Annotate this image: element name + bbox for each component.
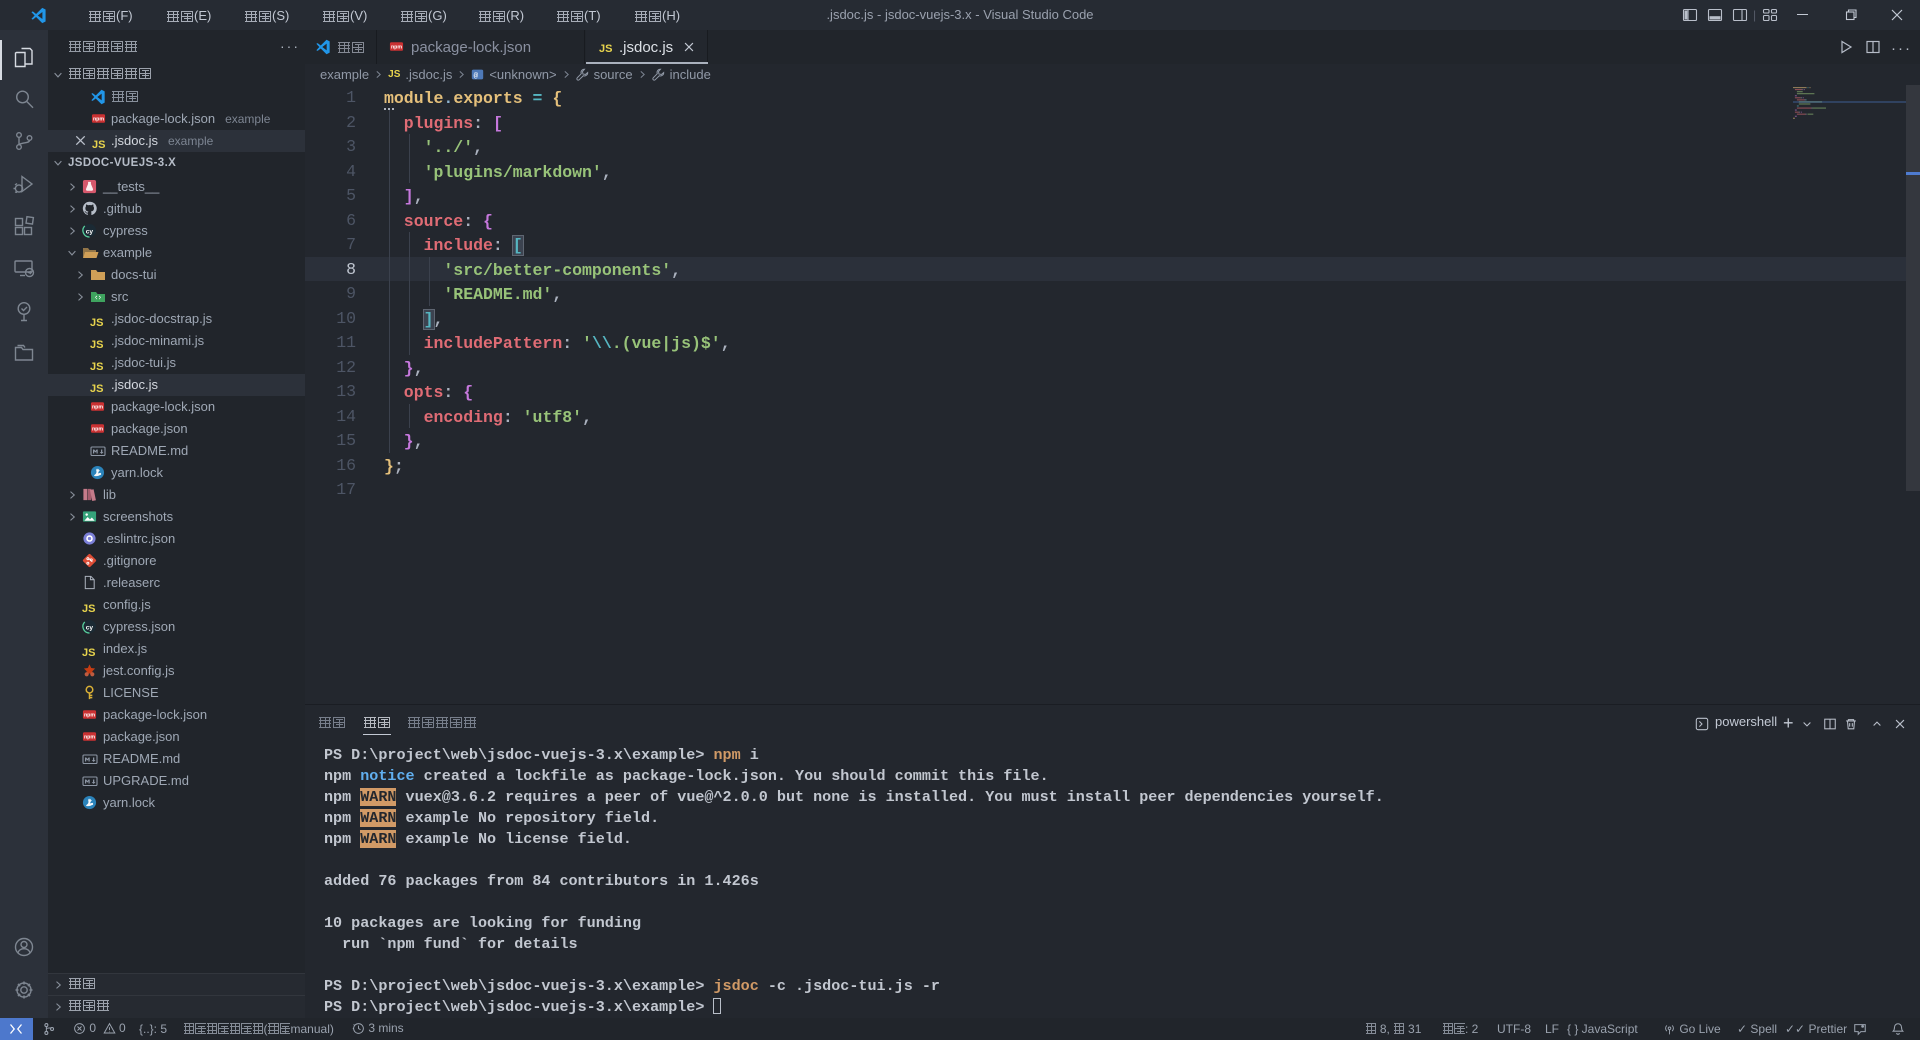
svg-text:cy: cy [86,228,94,235]
svg-text:cy: cy [86,624,94,631]
svg-text:npm: npm [391,45,402,51]
svg-text:npm: npm [84,735,95,741]
svg-text:npm: npm [93,117,104,123]
svg-text:npm: npm [92,427,103,433]
svg-text:@: @ [474,72,479,80]
svg-text:npm: npm [84,713,95,719]
svg-text:npm: npm [92,405,103,411]
